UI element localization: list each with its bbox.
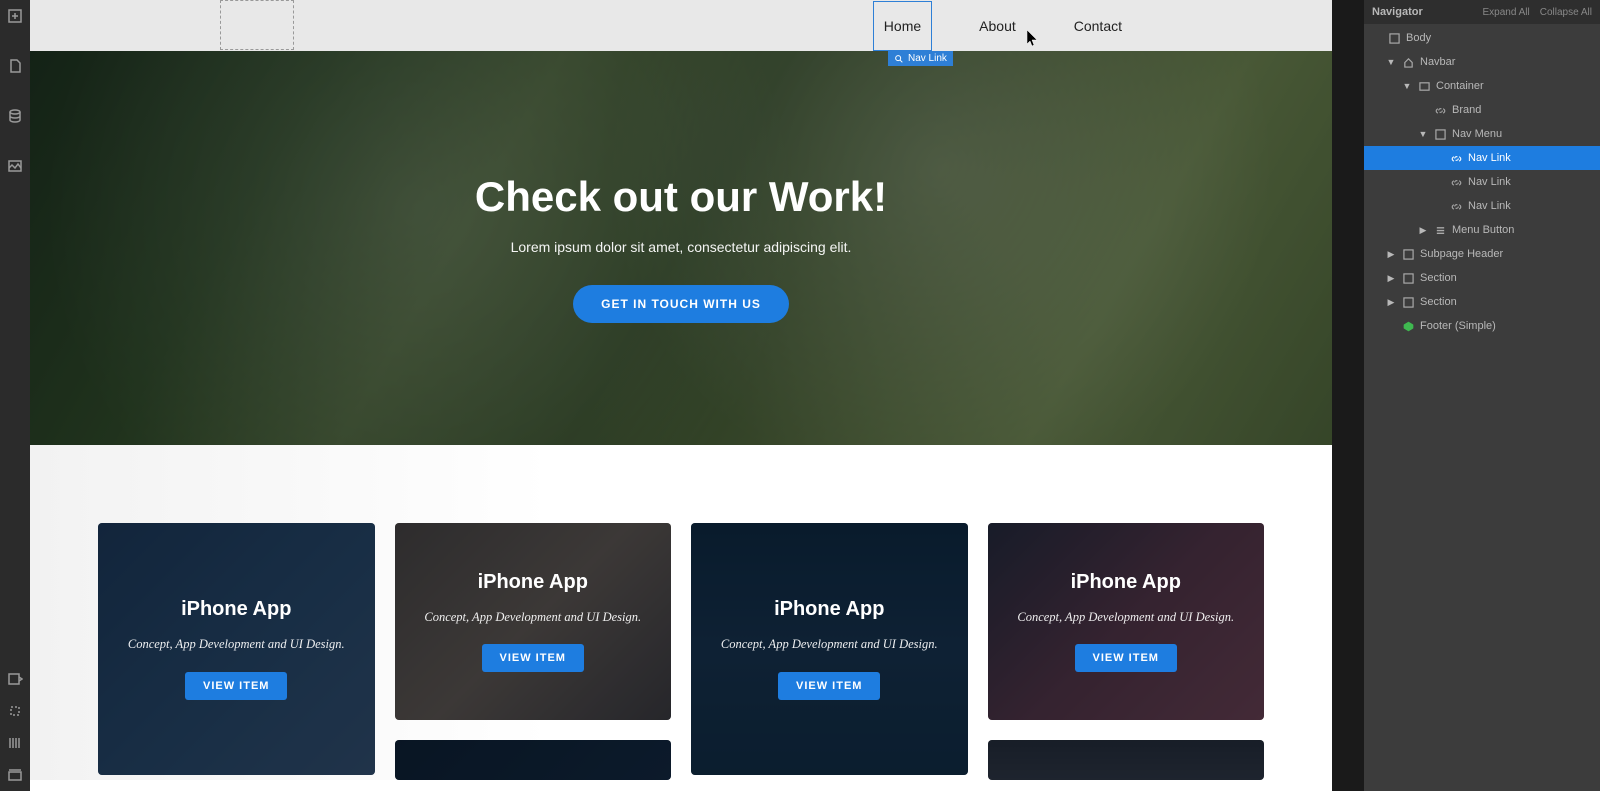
tree-label: Nav Link [1468,152,1511,164]
hero-section: Check out our Work! Lorem ipsum dolor si… [30,51,1332,445]
add-icon[interactable] [5,6,25,26]
nav-menu: Home About Contact [874,2,1292,50]
tree-label: Brand [1452,104,1481,116]
selection-tag-label: Nav Link [908,53,947,64]
link-icon [1450,176,1462,188]
tree-row-subpage-header[interactable]: ▶ Subpage Header [1364,242,1600,266]
card-title: iPhone App [774,598,884,621]
nav-link-home[interactable]: Home [874,2,931,50]
tree-label: Container [1436,80,1484,92]
assets-icon[interactable] [5,156,25,176]
box-icon [1434,128,1446,140]
tree-row-nav-menu[interactable]: ▼ Nav Menu [1364,122,1600,146]
container-icon [1418,80,1430,92]
hero-subtitle: Lorem ipsum dolor sit amet, consectetur … [511,239,852,255]
nav-link-about[interactable]: About [969,2,1026,50]
link-icon [1450,200,1462,212]
tree-row-section[interactable]: ▶ Section [1364,290,1600,314]
selection-tag: Nav Link [888,51,953,66]
card-title: iPhone App [181,598,291,621]
tree-label: Navbar [1420,56,1455,68]
tree-arrow-icon[interactable]: ▼ [1418,129,1428,139]
portfolio-card[interactable]: iPhone App Concept, App Development and U… [98,523,375,775]
tree-label: Section [1420,296,1457,308]
tree-row-nav-link[interactable]: Nav Link [1364,194,1600,218]
expand-all-button[interactable]: Expand All [1482,7,1529,18]
tree-arrow-icon[interactable]: ▼ [1402,81,1412,91]
pages-icon[interactable] [5,56,25,76]
tree-label: Nav Link [1468,176,1511,188]
tree-label: Nav Menu [1452,128,1502,140]
card-cta-button[interactable]: VIEW ITEM [185,672,287,700]
tree-row-navbar[interactable]: ▼ Navbar [1364,50,1600,74]
card-cta-button[interactable]: VIEW ITEM [482,644,584,672]
card-title: iPhone App [1071,571,1181,594]
card-desc: Concept, App Development and UI Design. [1017,608,1234,627]
tree-row-section[interactable]: ▶ Section [1364,266,1600,290]
tree-row-nav-link[interactable]: Nav Link [1364,170,1600,194]
site-navbar: Home About Contact [30,0,1332,51]
portfolio-card[interactable]: iPhone App Concept, App Development and U… [691,523,968,775]
tree-label: Footer (Simple) [1420,320,1496,332]
portfolio-card[interactable] [395,740,672,780]
link-icon [1450,152,1462,164]
hero-title: Check out our Work! [475,173,887,221]
portfolio-card[interactable]: iPhone App Concept, App Development and U… [395,523,672,720]
card-desc: Concept, App Development and UI Design. [721,635,938,654]
tool-b-icon[interactable] [5,701,25,721]
tree-row-body[interactable]: Body [1364,26,1600,50]
navigator-panel: Navigator Expand All Collapse All Body ▼ N… [1364,0,1600,791]
box-icon [1402,296,1414,308]
tree-arrow-icon[interactable]: ▶ [1386,249,1396,260]
card-title: iPhone App [478,571,588,594]
collapse-all-button[interactable]: Collapse All [1540,7,1592,18]
card-desc: Concept, App Development and UI Design. [424,608,641,627]
tool-c-icon[interactable] [5,733,25,753]
left-toolbar [0,0,30,791]
component-icon [1402,320,1414,332]
cards-section: iPhone App Concept, App Development and U… [30,445,1332,780]
brand-placeholder[interactable] [220,0,294,50]
tree-arrow-icon[interactable]: ▶ [1418,225,1428,236]
portfolio-card[interactable]: iPhone App Concept, App Development and U… [988,523,1265,720]
tool-a-icon[interactable] [5,669,25,689]
navigator-header: Navigator Expand All Collapse All [1364,0,1600,24]
tree-label: Menu Button [1452,224,1514,236]
tree-arrow-icon[interactable]: ▶ [1386,297,1396,308]
tree-row-container[interactable]: ▼ Container [1364,74,1600,98]
tree-row-menu-button[interactable]: ▶ Menu Button [1364,218,1600,242]
card-cta-button[interactable]: VIEW ITEM [778,672,880,700]
tree-label: Body [1406,32,1431,44]
tree-label: Section [1420,272,1457,284]
menu-icon [1434,224,1446,236]
tree-row-footer-simple-[interactable]: Footer (Simple) [1364,314,1600,338]
nav-link-contact[interactable]: Contact [1064,2,1132,50]
portfolio-card[interactable] [988,740,1265,780]
box-icon [1388,32,1400,44]
tree-label: Subpage Header [1420,248,1503,260]
card-desc: Concept, App Development and UI Design. [128,635,345,654]
tree-row-nav-link[interactable]: Nav Link [1364,146,1600,170]
box-icon [1402,248,1414,260]
cms-icon[interactable] [5,106,25,126]
tree-arrow-icon[interactable]: ▶ [1386,273,1396,284]
home-icon [1402,56,1414,68]
box-icon [1402,272,1414,284]
design-canvas[interactable]: Home About Contact Nav Link Check out ou… [30,0,1332,791]
hero-cta-button[interactable]: GET IN TOUCH WITH US [573,285,789,323]
cursor-icon [1027,30,1039,48]
tree-arrow-icon[interactable]: ▼ [1386,57,1396,67]
tree-row-brand[interactable]: Brand [1364,98,1600,122]
tool-d-icon[interactable] [5,765,25,785]
navigator-title: Navigator [1372,6,1423,18]
link-icon [1434,104,1446,116]
tree-label: Nav Link [1468,200,1511,212]
navigator-tree: Body ▼ Navbar ▼ Container Brand ▼ Nav Menu Nav L… [1364,24,1600,338]
card-cta-button[interactable]: VIEW ITEM [1075,644,1177,672]
